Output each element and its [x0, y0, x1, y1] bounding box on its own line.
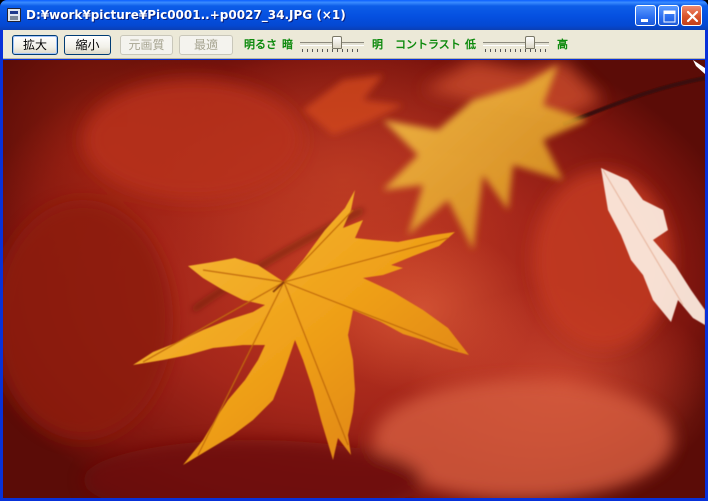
title-bar[interactable]: D:¥work¥picture¥Pic0001..+p0027_34.JPG (… — [0, 0, 708, 30]
contrast-low-label: 低 — [465, 38, 476, 51]
image-viewer-window: D:¥work¥picture¥Pic0001..+p0027_34.JPG (… — [0, 0, 708, 501]
contrast-slider[interactable] — [483, 36, 549, 54]
brightness-high-label: 明 — [372, 38, 383, 51]
contrast-high-label: 高 — [557, 38, 568, 51]
contrast-slider-track — [483, 42, 549, 46]
maximize-icon — [663, 10, 676, 23]
close-button[interactable] — [681, 5, 702, 26]
contrast-slider-ticks — [485, 49, 547, 52]
close-icon — [686, 10, 699, 23]
maple-leaves-photo — [3, 60, 705, 498]
zoom-out-button[interactable]: 縮小 — [64, 35, 111, 55]
contrast-label: コントラスト — [395, 38, 461, 51]
minimize-button[interactable] — [635, 5, 656, 26]
zoom-in-button[interactable]: 拡大 — [12, 35, 58, 55]
optimize-button[interactable]: 最適 — [179, 35, 233, 55]
brightness-low-label: 暗 — [282, 38, 293, 51]
original-quality-button[interactable]: 元画質 — [120, 35, 173, 55]
brightness-slider-ticks — [302, 49, 362, 52]
image-viewport[interactable] — [3, 60, 705, 498]
floppy-disk-icon[interactable] — [7, 8, 21, 22]
window-title: D:¥work¥picture¥Pic0001..+p0027_34.JPG (… — [26, 8, 346, 22]
minimize-icon — [641, 19, 648, 22]
brightness-slider-thumb[interactable] — [332, 36, 342, 49]
brightness-label: 明るさ — [244, 38, 277, 51]
brightness-slider[interactable] — [300, 36, 364, 54]
toolbar: 拡大 縮小 元画質 最適 明るさ 暗 明 コントラスト 低 高 — [3, 30, 705, 59]
maximize-button[interactable] — [658, 5, 679, 26]
contrast-slider-thumb[interactable] — [525, 36, 535, 49]
